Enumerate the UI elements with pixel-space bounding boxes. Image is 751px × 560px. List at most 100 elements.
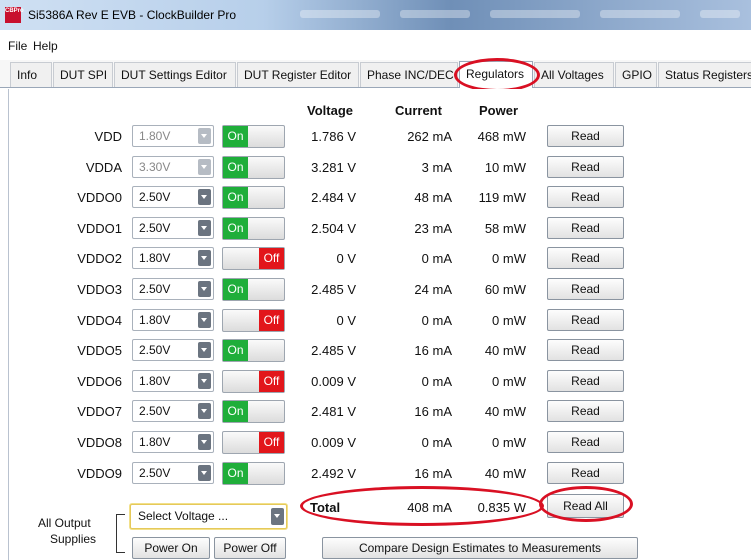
power-toggle[interactable]: On [222, 125, 285, 148]
tab-dut-spi[interactable]: DUT SPI [53, 62, 113, 87]
chevron-down-icon [198, 342, 211, 358]
power-value: 0 mW [492, 313, 526, 328]
blurred-title-region [600, 10, 680, 18]
toggle-state-label: On [223, 218, 248, 239]
current-value: 16 mA [414, 404, 452, 419]
toggle-state-label: Off [259, 432, 284, 453]
power-toggle[interactable]: Off [222, 370, 285, 393]
power-toggle[interactable]: On [222, 156, 285, 179]
voltage-value: 0.009 V [311, 374, 356, 389]
read-button[interactable]: Read [547, 370, 624, 392]
voltage-select-value: 2.50V [139, 221, 171, 235]
toggle-state-label: Off [259, 371, 284, 392]
read-button[interactable]: Read [547, 247, 624, 269]
chevron-down-icon [198, 403, 211, 419]
power-off-button[interactable]: Power Off [214, 537, 286, 559]
toggle-state-label: Off [259, 248, 284, 269]
toggle-state-label: On [223, 126, 248, 147]
power-value: 10 mW [484, 160, 526, 175]
power-toggle[interactable]: On [222, 462, 285, 485]
tab-phase-inc-dec[interactable]: Phase INC/DEC [360, 62, 458, 87]
power-value: 58 mW [484, 221, 526, 236]
voltage-select[interactable]: 1.80V [132, 370, 214, 392]
bracket-bottom [116, 552, 125, 553]
voltage-select[interactable]: 1.80V [132, 247, 214, 269]
voltage-value: 0 V [336, 313, 356, 328]
chevron-down-icon [198, 434, 211, 450]
tab-regulators[interactable]: Regulators [459, 61, 533, 88]
voltage-value: 1.786 V [311, 129, 356, 144]
blurred-title-region [700, 10, 740, 18]
power-toggle[interactable]: Off [222, 247, 285, 270]
toggle-state-label: On [223, 463, 248, 484]
power-toggle[interactable]: On [222, 278, 285, 301]
read-button[interactable]: Read [547, 186, 624, 208]
voltage-select-value: 1.80V [139, 129, 171, 143]
power-value: 40 mW [484, 404, 526, 419]
read-button[interactable]: Read [547, 339, 624, 361]
voltage-select[interactable]: 2.50V [132, 186, 214, 208]
power-toggle[interactable]: On [222, 217, 285, 240]
tab-info[interactable]: Info [10, 62, 52, 87]
voltage-select-value: 1.80V [139, 374, 171, 388]
power-toggle[interactable]: On [222, 339, 285, 362]
voltage-select-value: 1.80V [139, 313, 171, 327]
read-button[interactable]: Read [547, 462, 624, 484]
chevron-down-icon [198, 281, 211, 297]
power-toggle[interactable]: Off [222, 431, 285, 454]
current-value: 16 mA [414, 343, 452, 358]
voltage-select[interactable]: 2.50V [132, 339, 214, 361]
read-all-button[interactable]: Read All [547, 494, 624, 518]
power-toggle[interactable]: On [222, 186, 285, 209]
current-value: 0 mA [421, 313, 452, 328]
select-voltage-dropdown[interactable]: Select Voltage ... [130, 504, 287, 529]
bracket-line [116, 514, 117, 552]
read-button[interactable]: Read [547, 125, 624, 147]
window-title: Si5386A Rev E EVB - ClockBuilder Pro [28, 8, 237, 22]
menu-help[interactable]: Help [33, 39, 58, 53]
tab-status-registers[interactable]: Status Registers [658, 62, 751, 87]
voltage-select: 1.80V [132, 125, 214, 147]
read-button[interactable]: Read [547, 156, 624, 178]
power-value: 0 mW [492, 374, 526, 389]
header-voltage: Voltage [307, 103, 353, 118]
voltage-value: 0 V [336, 251, 356, 266]
voltage-value: 2.485 V [311, 343, 356, 358]
power-on-button[interactable]: Power On [132, 537, 210, 559]
tab-dut-settings-editor[interactable]: DUT Settings Editor [114, 62, 236, 87]
voltage-select[interactable]: 2.50V [132, 278, 214, 300]
voltage-select-value: 1.80V [139, 251, 171, 265]
regulator-name: VDDO2 [77, 251, 122, 266]
current-value: 48 mA [414, 190, 452, 205]
power-toggle[interactable]: Off [222, 309, 285, 332]
chevron-down-icon [198, 373, 211, 389]
current-value: 262 mA [407, 129, 452, 144]
tab-all-voltages[interactable]: All Voltages [534, 62, 614, 87]
regulator-name: VDDO1 [77, 221, 122, 236]
title-bar: CBPro Si5386A Rev E EVB - ClockBuilder P… [0, 0, 751, 30]
read-button[interactable]: Read [547, 309, 624, 331]
power-value: 40 mW [484, 343, 526, 358]
voltage-select[interactable]: 1.80V [132, 309, 214, 331]
read-button[interactable]: Read [547, 278, 624, 300]
menu-file[interactable]: File [8, 39, 27, 53]
read-button[interactable]: Read [547, 431, 624, 453]
voltage-select[interactable]: 2.50V [132, 217, 214, 239]
voltage-select[interactable]: 2.50V [132, 462, 214, 484]
compare-estimates-button[interactable]: Compare Design Estimates to Measurements [322, 537, 638, 559]
tab-dut-register-editor[interactable]: DUT Register Editor [237, 62, 359, 87]
voltage-select[interactable]: 1.80V [132, 431, 214, 453]
tab-gpio[interactable]: GPIO [615, 62, 657, 87]
menu-bar: File Help [0, 36, 751, 56]
voltage-select-value: 2.50V [139, 282, 171, 296]
current-value: 24 mA [414, 282, 452, 297]
power-toggle[interactable]: On [222, 400, 285, 423]
voltage-select-value: 1.80V [139, 435, 171, 449]
power-value: 40 mW [484, 466, 526, 481]
header-power: Power [479, 103, 519, 118]
voltage-select[interactable]: 2.50V [132, 400, 214, 422]
app-icon: CBPro [5, 7, 24, 23]
read-button[interactable]: Read [547, 217, 624, 239]
read-button[interactable]: Read [547, 400, 624, 422]
regulator-name: VDDO3 [77, 282, 122, 297]
